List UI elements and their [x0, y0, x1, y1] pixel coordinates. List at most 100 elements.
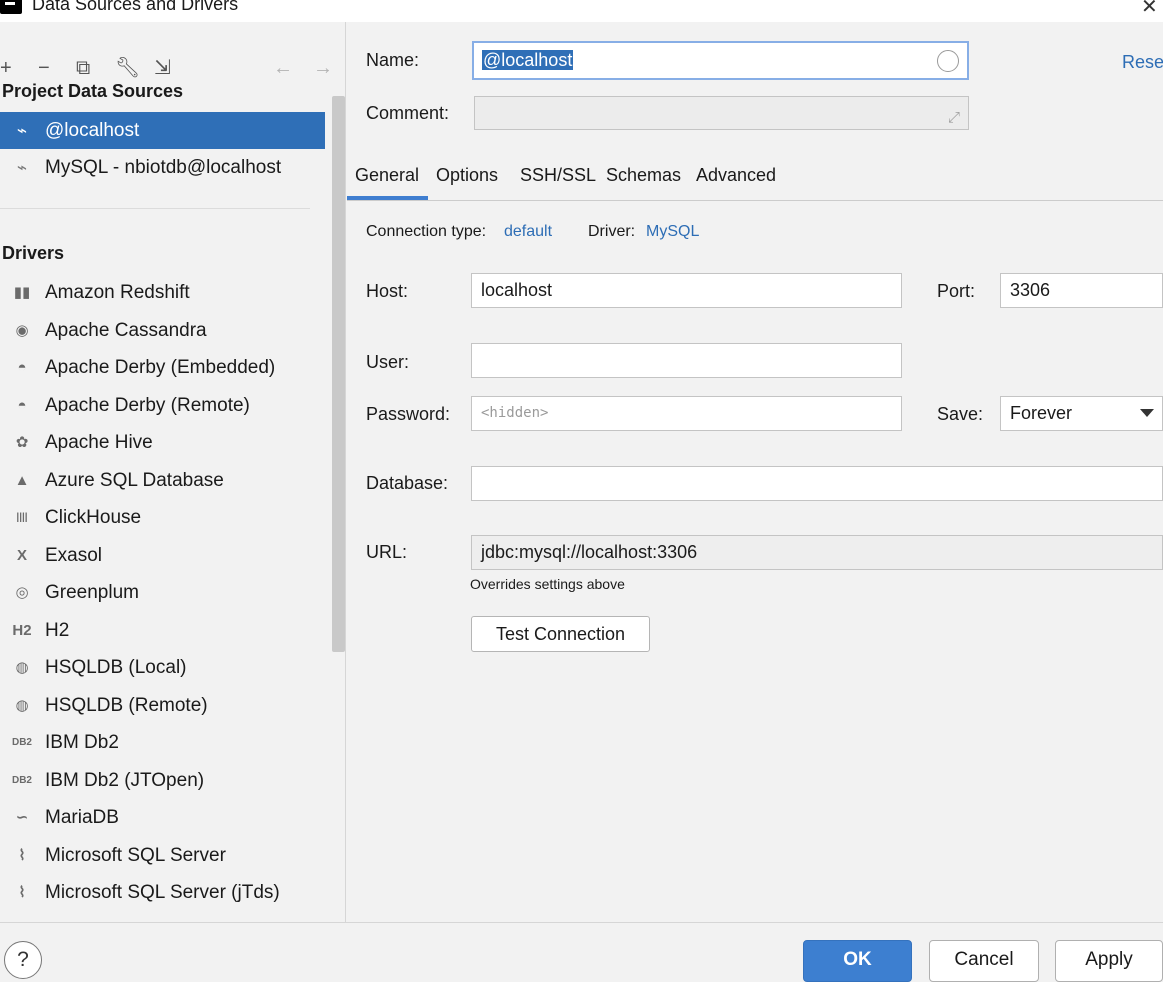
greenplum-icon: ◎ — [15, 584, 29, 601]
name-field[interactable]: @localhost — [472, 41, 969, 80]
hsqldb-icon: ◍ — [15, 696, 29, 714]
driver-label: Microsoft SQL Server — [45, 844, 226, 866]
clickhouse-icon: |||| — [16, 512, 28, 523]
back-arrow-icon[interactable]: ← — [273, 56, 293, 80]
driver-item[interactable]: ▮▮ Amazon Redshift — [0, 274, 330, 311]
tab-ssh-ssl[interactable]: SSH/SSL — [520, 165, 596, 186]
sql-server-icon: ⌇ — [18, 846, 26, 864]
driver-item[interactable]: X Exasol — [0, 537, 330, 574]
driver-label: IBM Db2 — [45, 732, 119, 753]
reset-link[interactable]: Reset — [1122, 52, 1163, 73]
driver-label: Apache Derby (Remote) — [45, 394, 250, 416]
window-title: Data Sources and Drivers — [32, 0, 239, 14]
name-value: @localhost — [482, 50, 574, 70]
user-label: User: — [366, 352, 410, 372]
apply-button[interactable]: Apply — [1055, 940, 1163, 982]
forward-arrow-icon[interactable]: → — [313, 56, 333, 80]
driver-item[interactable]: |||| ClickHouse — [0, 499, 330, 536]
host-field[interactable]: localhost — [471, 273, 902, 308]
password-label: Password: — [366, 404, 451, 424]
sql-server-icon: ⌇ — [18, 884, 26, 901]
driver-item[interactable]: ∽ MariaDB — [0, 799, 330, 836]
expand-icon[interactable]: ⤢ — [948, 101, 960, 129]
comment-label: Comment: — [366, 103, 450, 123]
driver-item[interactable]: ◍ HSQLDB (Local) — [0, 649, 330, 686]
driver-label: Apache Hive — [45, 432, 153, 453]
color-circle-icon[interactable] — [937, 50, 959, 72]
url-hint: Overrides settings above — [470, 576, 625, 592]
wrench-icon[interactable]: 🔧︎ — [115, 56, 140, 80]
save-dropdown[interactable]: Forever — [1000, 396, 1163, 431]
import-icon[interactable]: ⇲ — [154, 56, 171, 80]
dolphin-icon: ⌁ — [16, 121, 28, 140]
driver-label: ClickHouse — [45, 507, 142, 528]
project-source-label: @localhost — [45, 120, 140, 141]
duplicate-icon[interactable]: ⧉ — [76, 56, 90, 80]
name-label: Name: — [366, 50, 420, 70]
user-field[interactable] — [471, 343, 902, 378]
project-source-item[interactable]: ⌁ MySQL - nbiotdb@localhost — [0, 149, 325, 186]
app-logo-icon — [0, 0, 22, 14]
chevron-down-icon — [1140, 409, 1154, 417]
driver-label: H2 — [45, 619, 70, 641]
database-label: Database: — [366, 473, 449, 493]
project-data-sources-title: Project Data Sources — [2, 81, 184, 101]
help-button[interactable]: ? — [4, 941, 42, 979]
drivers-title: Drivers — [2, 243, 65, 263]
derby-hat-icon: ◓ — [17, 359, 27, 376]
divider — [0, 208, 310, 209]
ibm-db2-icon: DB2 — [11, 774, 32, 786]
hsqldb-icon: ◍ — [15, 659, 29, 676]
driver-item[interactable]: ⌇ Microsoft SQL Server — [0, 837, 330, 874]
driver-item[interactable]: ▲ Azure SQL Database — [0, 462, 330, 499]
test-connection-button[interactable]: Test Connection — [471, 616, 650, 652]
driver-link[interactable]: MySQL — [646, 223, 699, 241]
driver-item[interactable]: ✿ Apache Hive — [0, 424, 330, 461]
driver-item[interactable]: ◉ Apache Cassandra — [0, 312, 330, 349]
database-field[interactable] — [471, 466, 1163, 501]
driver-label: Exasol — [45, 544, 103, 566]
driver-label: Driver: — [588, 223, 636, 240]
driver-label: HSQLDB (Local) — [45, 657, 187, 678]
save-dropdown-value: Forever — [1010, 403, 1073, 423]
driver-item[interactable]: ◓ Apache Derby (Embedded) — [0, 349, 330, 386]
driver-label: IBM Db2 (JTOpen) — [45, 769, 205, 791]
driver-item[interactable]: DB2 IBM Db2 — [0, 724, 330, 761]
driver-label: Apache Cassandra — [45, 319, 207, 341]
password-field[interactable]: <hidden> — [471, 396, 902, 431]
ibm-db2-icon: DB2 — [11, 737, 32, 748]
remove-icon[interactable]: − — [38, 56, 50, 80]
driver-label: HSQLDB (Remote) — [45, 694, 208, 716]
host-label: Host: — [366, 281, 409, 301]
close-icon[interactable]: ✕ — [1141, 0, 1158, 19]
cancel-button[interactable]: Cancel — [929, 940, 1039, 982]
comment-field[interactable]: ⤢ — [474, 96, 969, 130]
driver-label: Greenplum — [45, 582, 139, 603]
add-icon[interactable]: + — [0, 56, 12, 80]
port-field[interactable]: 3306 — [1000, 273, 1163, 308]
tab-schemas[interactable]: Schemas — [606, 165, 681, 186]
driver-item[interactable]: ◍ HSQLDB (Remote) — [0, 687, 330, 724]
driver-item[interactable]: H2 H2 — [0, 612, 330, 649]
connection-type-link[interactable]: default — [504, 223, 552, 241]
url-field[interactable]: jdbc:mysql://localhost:3306 — [471, 535, 1163, 570]
ok-button[interactable]: OK — [803, 940, 912, 982]
redshift-icon: ▮▮ — [13, 284, 31, 301]
driver-label: MariaDB — [45, 807, 119, 828]
driver-item[interactable]: ◎ Greenplum — [0, 574, 330, 611]
driver-item[interactable]: ◓ Apache Derby (Remote) — [0, 387, 330, 424]
scrollbar[interactable] — [332, 96, 345, 652]
project-source-item[interactable]: ⌁ @localhost — [0, 112, 325, 149]
driver-label: Azure SQL Database — [45, 469, 224, 491]
tab-general[interactable]: General — [355, 165, 419, 186]
tab-advanced[interactable]: Advanced — [696, 165, 776, 186]
driver-item[interactable]: DB2 IBM Db2 (JTOpen) — [0, 762, 330, 799]
tab-options[interactable]: Options — [436, 165, 498, 186]
derby-hat-icon: ◓ — [17, 396, 27, 414]
driver-item[interactable]: ⌇ Microsoft SQL Server (jTds) — [0, 874, 330, 911]
driver-label: Apache Derby (Embedded) — [45, 357, 276, 378]
driver-label: Microsoft SQL Server (jTds) — [45, 882, 280, 903]
project-source-label: MySQL - nbiotdb@localhost — [45, 157, 282, 178]
driver-label: Amazon Redshift — [45, 282, 190, 303]
url-label: URL: — [366, 542, 408, 562]
